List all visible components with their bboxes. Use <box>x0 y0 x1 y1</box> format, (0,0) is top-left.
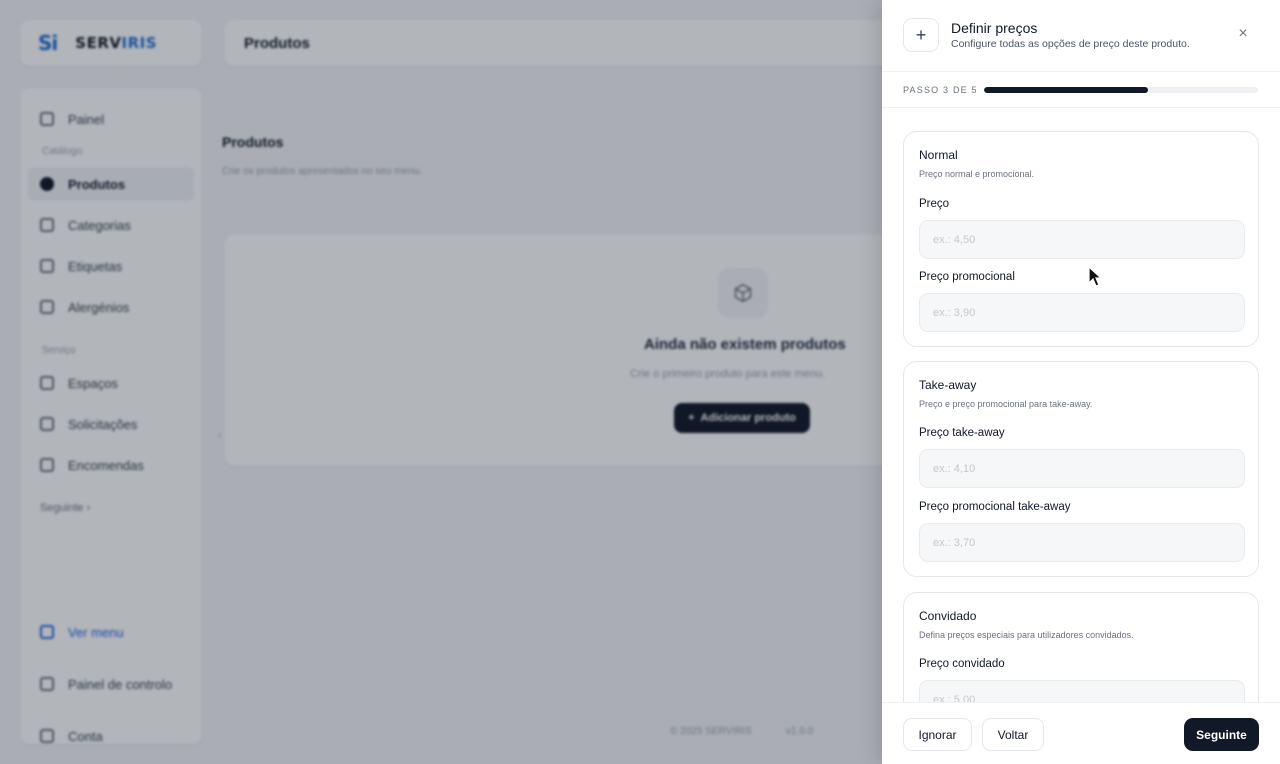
takeaway-promo-price-label: Preço promocional take-away <box>919 501 1071 513</box>
takeaway-price-label: Preço take-away <box>919 427 1005 439</box>
next-button[interactable]: Seguinte <box>1184 718 1259 751</box>
section-take-away: Take-away Preço e preço promocional para… <box>903 361 1259 577</box>
step-label: PASSO 3 DE 5 <box>903 85 978 95</box>
drawer-footer: Ignorar Voltar Seguinte <box>882 702 1280 764</box>
section-title: Normal <box>919 148 958 162</box>
promo-price-label: Preço promocional <box>919 271 1015 283</box>
section-description: Preço normal e promocional. <box>919 169 1035 179</box>
pricing-drawer: + Definir preços Configure todas as opçõ… <box>882 0 1280 764</box>
guest-price-label: Preço convidado <box>919 658 1005 670</box>
drawer-body[interactable]: Normal Preço normal e promocional. Preço… <box>882 109 1280 702</box>
mouse-cursor-icon <box>1088 266 1103 287</box>
section-guest: Convidado Defina preços especiais para u… <box>903 592 1259 702</box>
price-input[interactable] <box>919 220 1245 259</box>
progress-bar <box>984 87 1258 93</box>
close-icon[interactable]: × <box>1234 24 1252 44</box>
section-description: Preço e preço promocional para take-away… <box>919 399 1093 409</box>
skip-button[interactable]: Ignorar <box>903 718 972 751</box>
section-title: Convidado <box>919 609 977 623</box>
section-description: Defina preços especiais para utilizadore… <box>919 630 1134 640</box>
plus-icon: + <box>903 18 939 52</box>
drawer-header: + Definir preços Configure todas as opçõ… <box>882 0 1280 72</box>
back-button[interactable]: Voltar <box>982 718 1044 751</box>
guest-price-input[interactable] <box>919 680 1245 702</box>
takeaway-promo-price-input[interactable] <box>919 523 1245 562</box>
section-title: Take-away <box>919 378 977 392</box>
step-indicator: PASSO 3 DE 5 <box>882 72 1280 108</box>
section-normal: Normal Preço normal e promocional. Preço… <box>903 131 1259 347</box>
drawer-subtitle: Configure todas as opções de preço deste… <box>951 38 1190 50</box>
progress-fill <box>984 87 1149 93</box>
promo-price-input[interactable] <box>919 293 1245 332</box>
drawer-title: Definir preços <box>951 20 1038 36</box>
takeaway-price-input[interactable] <box>919 449 1245 488</box>
price-label: Preço <box>919 198 950 210</box>
